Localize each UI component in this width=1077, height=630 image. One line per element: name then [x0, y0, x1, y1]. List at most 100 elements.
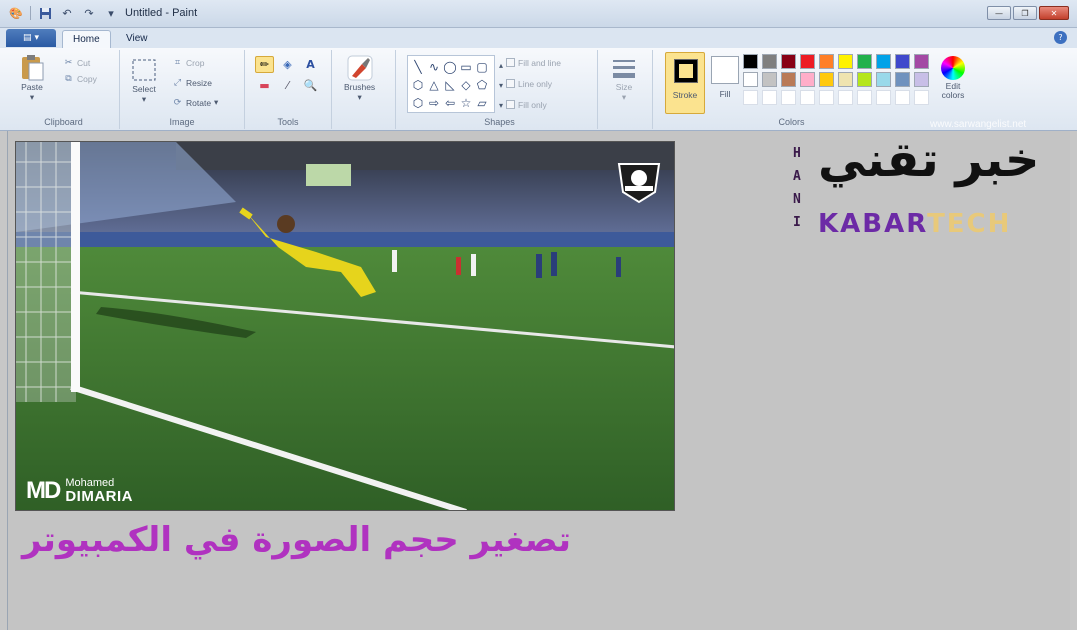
custom-color-swatch[interactable] [819, 90, 834, 105]
title-bar: 🎨 ↶ ↷ ▾ Untitled - Paint — ❐ ✕ [0, 0, 1077, 28]
customize-qat-chevron-icon[interactable]: ▾ [103, 5, 119, 21]
custom-color-swatch[interactable] [914, 90, 929, 105]
rotate-button[interactable]: ⟳ Rotate ▾ [172, 96, 219, 109]
custom-color-swatch[interactable] [876, 90, 891, 105]
expand-icon[interactable]: ▾ [499, 96, 503, 116]
size-button[interactable]: Size ▾ [610, 54, 638, 103]
watermark-text: www.sarwangelist.net [930, 119, 1027, 130]
close-button[interactable]: ✕ [1039, 6, 1069, 20]
line-only-option[interactable]: Line only [506, 77, 561, 90]
color-picker-icon[interactable]: ⁄ [278, 77, 297, 94]
custom-color-swatch[interactable] [800, 90, 815, 105]
colors-group: Stroke Fill Edit colors Colors [659, 50, 984, 129]
tab-view[interactable]: View [116, 30, 158, 48]
resize-label: Resize [186, 77, 212, 88]
color-swatch[interactable] [914, 54, 929, 69]
brand-hani-letter: N [793, 192, 801, 207]
callout-shape-icon[interactable]: ▱ [474, 94, 490, 112]
stroke-label: Stroke [672, 90, 698, 100]
hexagon-shape-icon[interactable]: ⬡ [410, 94, 426, 112]
ribbon-tab-bar: ▤ ▾ Home View ? [0, 28, 1077, 48]
custom-color-swatch[interactable] [895, 90, 910, 105]
canvas-image[interactable]: MD Mohamed DIMARIA [15, 141, 675, 511]
color-swatch[interactable] [800, 54, 815, 69]
rectangle-shape-icon[interactable]: ▭ [458, 58, 474, 76]
oval-shape-icon[interactable]: ◯ [442, 58, 458, 76]
tools-group: ✏ ◈ A ▬ ⁄ 🔍 Tools [245, 50, 332, 129]
brand-hani-letter: I [793, 215, 801, 230]
arrow-left-shape-icon[interactable]: ⇦ [442, 94, 458, 112]
redo-icon[interactable]: ↷ [81, 5, 97, 21]
pentagon-shape-icon[interactable]: ⬠ [474, 76, 490, 94]
magnifier-icon[interactable]: 🔍 [301, 77, 320, 94]
custom-color-swatch[interactable] [762, 90, 777, 105]
right-triangle-shape-icon[interactable]: ◺ [442, 76, 458, 94]
cut-label: Cut [77, 57, 91, 68]
maximize-button[interactable]: ❐ [1013, 6, 1037, 20]
tab-home[interactable]: Home [62, 30, 111, 48]
color-wheel-icon [939, 54, 967, 82]
help-icon[interactable]: ? [1054, 31, 1067, 44]
edit-colors-button[interactable]: Edit colors [938, 54, 968, 100]
color-swatch[interactable] [819, 72, 834, 87]
fill-bucket-icon[interactable]: ◈ [278, 56, 297, 73]
color-swatch[interactable] [895, 72, 910, 87]
brushes-button[interactable]: Brushes ▾ [344, 54, 375, 103]
color-swatch[interactable] [743, 54, 758, 69]
rounded-rectangle-shape-icon[interactable]: ▢ [474, 58, 490, 76]
colors-group-label: Colors [778, 117, 805, 127]
star-shape-icon[interactable]: ☆ [458, 94, 474, 112]
color-swatch[interactable] [762, 72, 777, 87]
chevron-down-icon[interactable]: ▾ [499, 76, 503, 96]
custom-color-swatch[interactable] [857, 90, 872, 105]
copy-icon: ⧉ [65, 73, 72, 83]
select-button[interactable]: Select ▾ [130, 56, 158, 105]
eraser-icon[interactable]: ▬ [255, 77, 274, 94]
line-shape-icon[interactable]: ╲ [410, 58, 426, 76]
color-swatch[interactable] [914, 72, 929, 87]
rotate-label: Rotate [186, 97, 212, 108]
custom-color-swatch[interactable] [743, 90, 758, 105]
chevron-up-icon[interactable]: ▴ [499, 56, 503, 76]
fill-only-option[interactable]: Fill only [506, 98, 561, 111]
undo-icon[interactable]: ↶ [59, 5, 75, 21]
crop-button[interactable]: ⌗ Crop [172, 56, 218, 69]
color-swatch[interactable] [857, 72, 872, 87]
copy-button[interactable]: ⧉ Copy [63, 72, 97, 85]
custom-color-swatch[interactable] [781, 90, 796, 105]
cut-button[interactable]: ✂ Cut [63, 56, 97, 69]
color-swatch[interactable] [838, 72, 853, 87]
shapes-gallery[interactable]: ╲ ∿ ◯ ▭ ▢ ⬡ △ ◺ ◇ ⬠ ⬡ ⇨ ⇦ ☆ ▱ [407, 55, 495, 113]
color-swatch[interactable] [800, 72, 815, 87]
paste-button[interactable]: Paste ▾ [18, 54, 46, 103]
resize-button[interactable]: ⤢ Resize [172, 76, 218, 89]
color-swatch[interactable] [762, 54, 777, 69]
color-swatch[interactable] [781, 54, 796, 69]
fill-color-button[interactable]: Fill [709, 52, 741, 114]
paint-menu-button[interactable]: ▤ ▾ [6, 29, 56, 47]
crop-label: Crop [186, 57, 205, 68]
color-swatch[interactable] [895, 54, 910, 69]
color-swatch[interactable] [857, 54, 872, 69]
ribbon: Paste ▾ ✂ Cut ⧉ Copy Clipboard Select ▾ ⌗ C… [0, 48, 1077, 131]
color-swatch[interactable] [743, 72, 758, 87]
color-swatch[interactable] [781, 72, 796, 87]
save-icon[interactable] [37, 5, 53, 21]
polygon-shape-icon[interactable]: ⬡ [410, 76, 426, 94]
paint-app-icon[interactable]: 🎨 [8, 5, 24, 21]
triangle-shape-icon[interactable]: △ [426, 76, 442, 94]
arrow-right-shape-icon[interactable]: ⇨ [426, 94, 442, 112]
color-swatch[interactable] [876, 54, 891, 69]
color-swatch[interactable] [876, 72, 891, 87]
shapes-scroll[interactable]: ▴ ▾ ▾ [499, 56, 503, 116]
color-swatch[interactable] [819, 54, 834, 69]
stroke-color-button[interactable]: Stroke [665, 52, 705, 114]
pencil-icon[interactable]: ✏ [255, 56, 274, 73]
custom-color-swatch[interactable] [838, 90, 853, 105]
curve-shape-icon[interactable]: ∿ [426, 58, 442, 76]
diamond-shape-icon[interactable]: ◇ [458, 76, 474, 94]
minimize-button[interactable]: — [987, 6, 1011, 20]
outline-button[interactable]: Fill and line [506, 56, 561, 69]
text-icon[interactable]: A [301, 56, 320, 73]
color-swatch[interactable] [838, 54, 853, 69]
